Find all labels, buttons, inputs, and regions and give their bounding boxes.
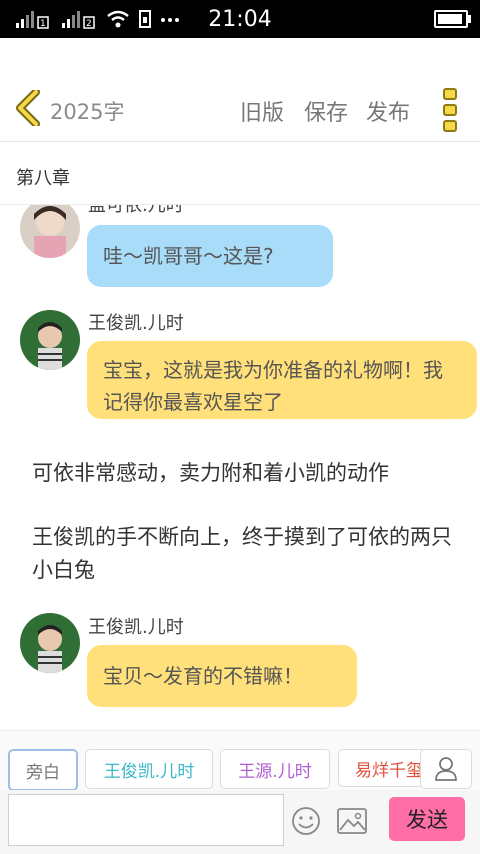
word-count: 2025字 bbox=[50, 100, 125, 124]
input-bar: 发送 bbox=[0, 790, 480, 854]
role-selector-bar: 旁白 王俊凯.儿时 王源.儿时 易烊千玺 bbox=[0, 730, 480, 791]
avatar[interactable] bbox=[20, 613, 80, 673]
role-tab-yi-yangqianxi[interactable]: 易烊千玺 bbox=[338, 749, 430, 787]
send-button[interactable]: 发送 bbox=[389, 797, 465, 841]
role-tab-wang-yuan[interactable]: 王源.儿时 bbox=[220, 749, 330, 789]
person-icon bbox=[435, 757, 457, 781]
narration-text[interactable]: 可依非常感动，卖力附和着小凯的动作 bbox=[32, 457, 452, 490]
role-tab-wang-junkai[interactable]: 王俊凯.儿时 bbox=[85, 749, 213, 789]
old-version-button[interactable]: 旧版 bbox=[240, 95, 284, 127]
role-tab-narrator[interactable]: 旁白 bbox=[8, 749, 78, 791]
back-button[interactable] bbox=[12, 88, 46, 128]
narration-text[interactable]: 王俊凯的手不断向上，终于摸到了可依的两只小白兔 bbox=[32, 521, 452, 587]
smile-icon bbox=[292, 807, 320, 835]
status-time: 21:04 bbox=[208, 7, 272, 32]
message-bubble[interactable]: 哇～凯哥哥～这是? bbox=[87, 225, 333, 287]
message-input[interactable] bbox=[8, 794, 284, 846]
editor-toolbar: 2025字 旧版 保存 发布 bbox=[0, 38, 480, 142]
image-button[interactable] bbox=[336, 806, 368, 836]
sender-name: 王俊凯.儿时 bbox=[88, 617, 184, 638]
battery-icon bbox=[434, 10, 471, 28]
avatar[interactable] bbox=[20, 310, 80, 370]
save-button[interactable]: 保存 bbox=[304, 95, 348, 127]
sender-name: 盖可依.儿时 bbox=[88, 205, 184, 216]
emoji-button[interactable] bbox=[291, 806, 321, 836]
chapter-title-bar[interactable]: 第八章 bbox=[0, 142, 480, 205]
message-bubble[interactable]: 宝宝，这就是我为你准备的礼物啊！我记得你最喜欢星空了 bbox=[87, 341, 477, 419]
more-vertical-icon[interactable] bbox=[440, 88, 460, 132]
chat-area[interactable]: 盖可依.儿时 哇～凯哥哥～这是? 王俊凯.儿时 宝宝，这就是我为你准备的礼物啊！… bbox=[0, 205, 480, 730]
chevron-left-icon bbox=[16, 88, 40, 128]
chapter-title: 第八章 bbox=[16, 168, 70, 189]
publish-button[interactable]: 发布 bbox=[366, 95, 410, 127]
role-manage-button[interactable] bbox=[420, 749, 472, 789]
sender-name: 王俊凯.儿时 bbox=[88, 313, 184, 334]
status-bar: 1 2 21:04 bbox=[0, 0, 480, 38]
image-icon bbox=[337, 808, 367, 834]
avatar[interactable] bbox=[20, 205, 80, 258]
message-bubble[interactable]: 宝贝～发育的不错嘛！ bbox=[87, 645, 357, 707]
